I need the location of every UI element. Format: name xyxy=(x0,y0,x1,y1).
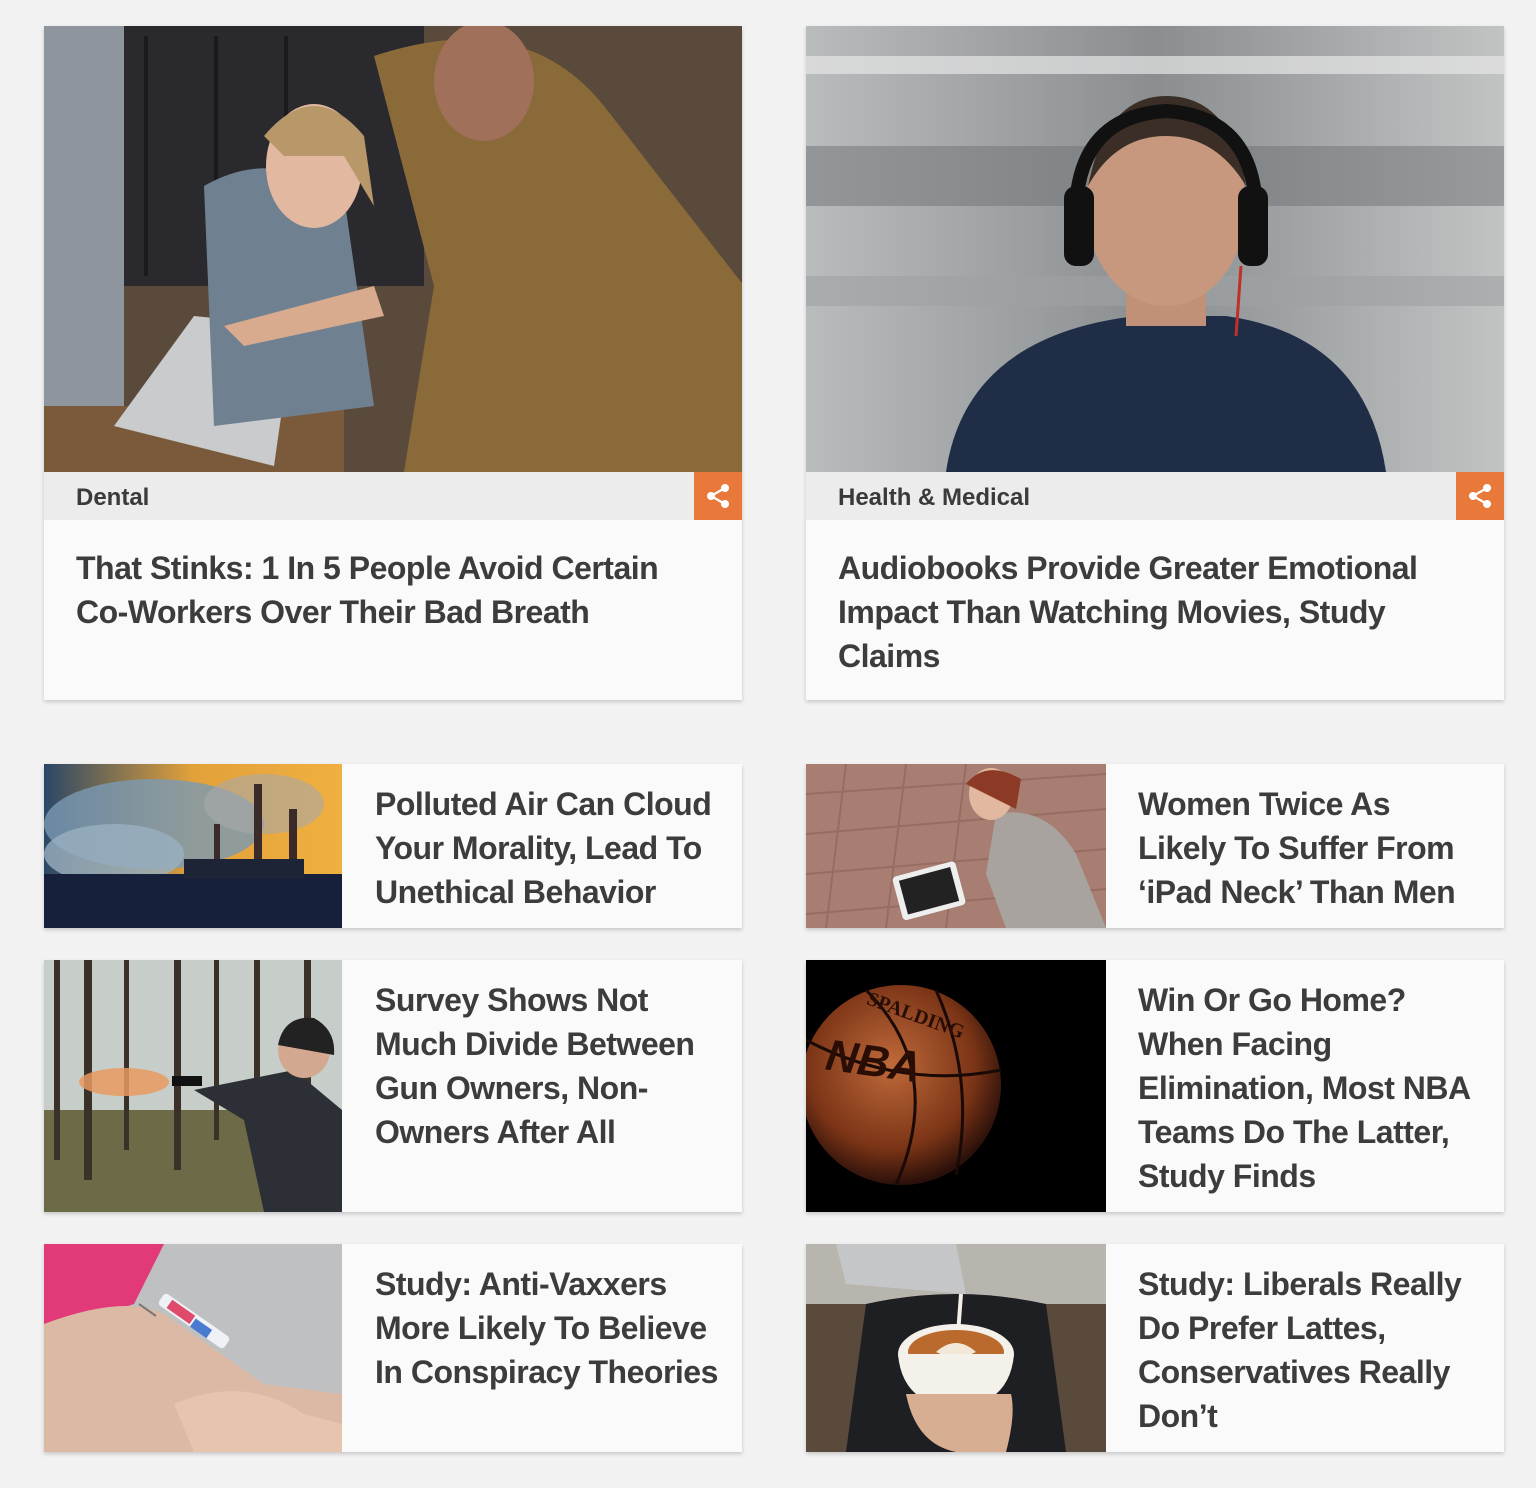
article-thumbnail[interactable] xyxy=(806,1244,1106,1452)
featured-image-1[interactable] xyxy=(44,26,742,472)
article-thumbnail[interactable] xyxy=(44,960,342,1212)
article-title[interactable]: Women Twice As Likely To Suffer From ‘iP… xyxy=(1138,782,1483,914)
article-title[interactable]: Audiobooks Provide Greater Emotional Imp… xyxy=(838,546,1478,678)
category-label[interactable]: Health & Medical xyxy=(838,484,1030,512)
article-thumbnail[interactable] xyxy=(44,1244,342,1452)
list-item[interactable]: Polluted Air Can Cloud Your Morality, Le… xyxy=(44,764,742,928)
list-item[interactable]: Women Twice As Likely To Suffer From ‘iP… xyxy=(806,764,1504,928)
article-thumbnail[interactable] xyxy=(806,764,1106,928)
list-item[interactable]: NBA SPALDING Win Or Go Home? When Facing… xyxy=(806,960,1504,1212)
article-title[interactable]: That Stinks: 1 In 5 People Avoid Certain… xyxy=(76,546,716,634)
list-item[interactable]: Study: Anti-Vaxxers More Likely To Belie… xyxy=(44,1244,742,1452)
article-thumbnail[interactable] xyxy=(44,764,342,928)
featured-card-1[interactable]: Dental That Stinks: 1 In 5 People Avoid … xyxy=(44,26,742,700)
share-button[interactable] xyxy=(694,472,742,520)
article-thumbnail[interactable]: NBA SPALDING xyxy=(806,960,1106,1212)
featured-image-2[interactable] xyxy=(806,26,1504,472)
article-title[interactable]: Survey Shows Not Much Divide Between Gun… xyxy=(375,978,720,1154)
article-title[interactable]: Win Or Go Home? When Facing Elimination,… xyxy=(1138,978,1483,1198)
article-title[interactable]: Study: Liberals Really Do Prefer Lattes,… xyxy=(1138,1262,1483,1438)
share-button[interactable] xyxy=(1456,472,1504,520)
category-bar: Dental xyxy=(44,472,742,520)
category-bar: Health & Medical xyxy=(806,472,1504,520)
list-item[interactable]: Study: Liberals Really Do Prefer Lattes,… xyxy=(806,1244,1504,1452)
featured-card-2[interactable]: Health & Medical Audiobooks Provide Grea… xyxy=(806,26,1504,700)
category-label[interactable]: Dental xyxy=(76,484,149,512)
article-title[interactable]: Study: Anti-Vaxxers More Likely To Belie… xyxy=(375,1262,720,1394)
share-icon xyxy=(1469,484,1491,508)
list-item[interactable]: Survey Shows Not Much Divide Between Gun… xyxy=(44,960,742,1212)
share-icon xyxy=(707,484,729,508)
article-title[interactable]: Polluted Air Can Cloud Your Morality, Le… xyxy=(375,782,720,914)
